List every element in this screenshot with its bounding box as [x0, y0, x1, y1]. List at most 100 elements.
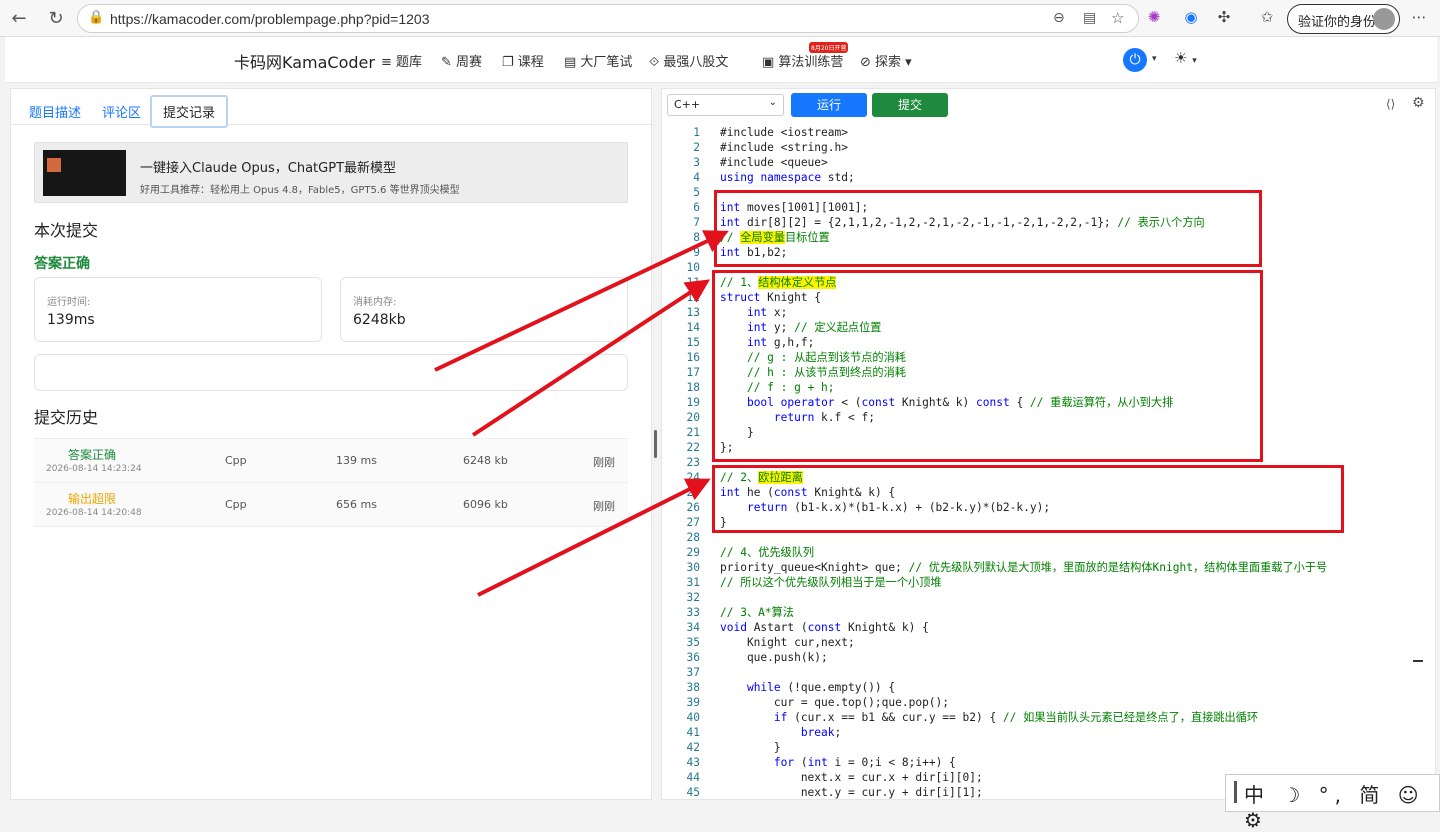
tab-description[interactable]: 题目描述 [29, 102, 81, 121]
history-runtime: 139 ms [336, 454, 377, 467]
annotation-box-globals [714, 190, 1262, 267]
line-number: 32 [686, 591, 700, 604]
copilot-icon[interactable]: ✺ [1143, 8, 1165, 26]
more-icon[interactable]: ⋯ [1408, 8, 1430, 26]
tab-submissions[interactable]: 提交记录 [150, 95, 229, 128]
history-runtime: 656 ms [336, 498, 377, 511]
line-number: 34 [686, 621, 700, 634]
code-line[interactable]: 39 cur = que.top();que.pop(); [662, 695, 1435, 710]
code-text: for (int i = 0;i < 8;i++) { [773, 756, 956, 769]
code-line[interactable]: 1 #include <iostream> [662, 125, 1435, 140]
line-number: 13 [686, 306, 700, 319]
history-status: 答案正确 [68, 448, 117, 462]
line-number: 6 [693, 201, 700, 214]
code-text: #include <queue> [720, 156, 828, 169]
camp-badge: 8月20日开营 [809, 42, 849, 53]
history-title: 提交历史 [34, 408, 99, 427]
code-line[interactable]: 32 [662, 590, 1435, 605]
code-line[interactable]: 3 #include <queue> [662, 155, 1435, 170]
ad-banner[interactable]: 一键接入Claude Opus，ChatGPT最新模型 好用工具推荐：轻松用上 … [34, 142, 628, 203]
profile-button[interactable]: 验证你的身份 [1287, 4, 1400, 34]
line-number: 19 [686, 396, 700, 409]
code-text: // 所以这个优先级队列相当于是一个小顶堆 [720, 576, 942, 589]
favorites-icon[interactable]: ✩ [1256, 8, 1278, 26]
extension-icon[interactable]: ◉ [1180, 8, 1202, 26]
memory-card: 消耗内存: 6248kb [340, 277, 628, 342]
line-number: 3 [693, 156, 700, 169]
history-lang: Cpp [225, 498, 247, 511]
line-number: 22 [686, 441, 700, 454]
code-text: cur = que.top();que.pop(); [720, 696, 950, 709]
code-text: next.x = cur.x + dir[i][0]; [720, 771, 983, 784]
table-row[interactable]: 输出超限 2026-08-14 14:20:48 Cpp 656 ms 6096… [34, 483, 628, 527]
back-icon[interactable]: ← [8, 8, 30, 30]
power-icon[interactable]: ⏻ [1123, 48, 1147, 72]
avatar [1373, 8, 1395, 30]
table-row[interactable]: 答案正确 2026-08-14 14:23:24 Cpp 139 ms 6248… [34, 439, 628, 483]
address-bar[interactable]: 🔒 https://kamacoder.com/problempage.php?… [77, 4, 1139, 33]
language-select[interactable]: C++ ⌄ [667, 94, 784, 116]
line-number: 10 [686, 261, 700, 274]
code-line[interactable]: 33 // 3、A*算法 [662, 605, 1435, 620]
theme-icon[interactable]: ☀ ▾ [1174, 49, 1197, 67]
line-number: 42 [686, 741, 700, 754]
code-text: #include <iostream> [720, 126, 848, 139]
code-text: que.push(k); [720, 651, 828, 664]
code-line[interactable]: 43 for (int i = 0;i < 8;i++) { [662, 755, 1435, 770]
resize-handle[interactable] [654, 430, 657, 458]
star-icon[interactable]: ☆ [1111, 9, 1124, 27]
settings-icon[interactable]: ⚙ [1412, 95, 1425, 111]
memory-label: 消耗内存: [353, 297, 397, 308]
runtime-card: 运行时间: 139ms [34, 277, 322, 342]
code-line[interactable]: 42 } [662, 740, 1435, 755]
line-number: 12 [686, 291, 700, 304]
code-line[interactable]: 36 que.push(k); [662, 650, 1435, 665]
ime-grip[interactable] [1234, 781, 1237, 803]
code-line[interactable]: 35 Knight cur,next; [662, 635, 1435, 650]
chevron-down-icon[interactable]: ▾ [1152, 54, 1157, 64]
nav-weekly[interactable]: ✎ 周赛 [441, 51, 482, 70]
line-number: 30 [686, 561, 700, 574]
line-number: 41 [686, 726, 700, 739]
code-line[interactable]: 37 [662, 665, 1435, 680]
reader-icon[interactable]: ▤ [1083, 10, 1096, 26]
site-logo[interactable]: 卡码网KamaCoder [234, 49, 375, 73]
nav-baguwen[interactable]: ⟐ 最强八股文 [649, 51, 728, 70]
run-button[interactable]: 运行 [791, 93, 867, 117]
history-time: 2026-08-14 14:23:24 [46, 464, 142, 474]
nav-camp[interactable]: ▣ 算法训练营 [762, 51, 843, 70]
ime-toolbar[interactable]: 中 ☽ °, 简 ☺ ⚙ [1225, 774, 1440, 832]
nav-explore[interactable]: ⊘ 探索 ▾ [860, 51, 912, 70]
line-number: 33 [686, 606, 700, 619]
code-line[interactable]: 40 if (cur.x == b1 && cur.y == b2) { // … [662, 710, 1435, 725]
code-line[interactable]: 4 using namespace std; [662, 170, 1435, 185]
code-line[interactable]: 29 // 4、优先级队列 [662, 545, 1435, 560]
code-line[interactable]: 30 priority_queue<Knight> que; // 优先级队列默认… [662, 560, 1435, 575]
ime-status[interactable]: 中 ☽ °, 简 ☺ ⚙ [1244, 779, 1439, 832]
line-number: 37 [686, 666, 700, 679]
code-line[interactable]: 2 #include <string.h> [662, 140, 1435, 155]
line-number: 4 [693, 171, 700, 184]
line-number: 16 [686, 351, 700, 364]
submit-button[interactable]: 提交 [872, 93, 948, 117]
line-number: 38 [686, 681, 700, 694]
tab-bar: 题目描述 评论区 提交记录 [11, 89, 651, 128]
language-value: C++ [674, 98, 701, 111]
zoom-icon[interactable]: ⊖ [1053, 10, 1065, 26]
nav-problems[interactable]: ≡ 题库 [381, 51, 422, 70]
reload-icon[interactable]: ↻ [45, 8, 67, 30]
code-line[interactable]: 38 while (!que.empty()) { [662, 680, 1435, 695]
scroll-marker [1413, 660, 1423, 662]
runtime-label: 运行时间: [47, 297, 91, 308]
puzzle-icon[interactable]: ✣ [1213, 8, 1235, 26]
code-line[interactable]: 31 // 所以这个优先级队列相当于是一个小顶堆 [662, 575, 1435, 590]
code-format-icon[interactable]: ⟨⟩ [1386, 97, 1395, 111]
line-number: 5 [693, 186, 700, 199]
tab-comments[interactable]: 评论区 [102, 102, 141, 121]
chevron-down-icon: ⌄ [768, 97, 777, 108]
nav-exams[interactable]: ▤ 大厂笔试 [564, 51, 632, 70]
code-line[interactable]: 41 break; [662, 725, 1435, 740]
code-line[interactable]: 34 void Astart (const Knight& k) { [662, 620, 1435, 635]
line-number: 40 [686, 711, 700, 724]
nav-courses[interactable]: ❐ 课程 [502, 51, 544, 70]
